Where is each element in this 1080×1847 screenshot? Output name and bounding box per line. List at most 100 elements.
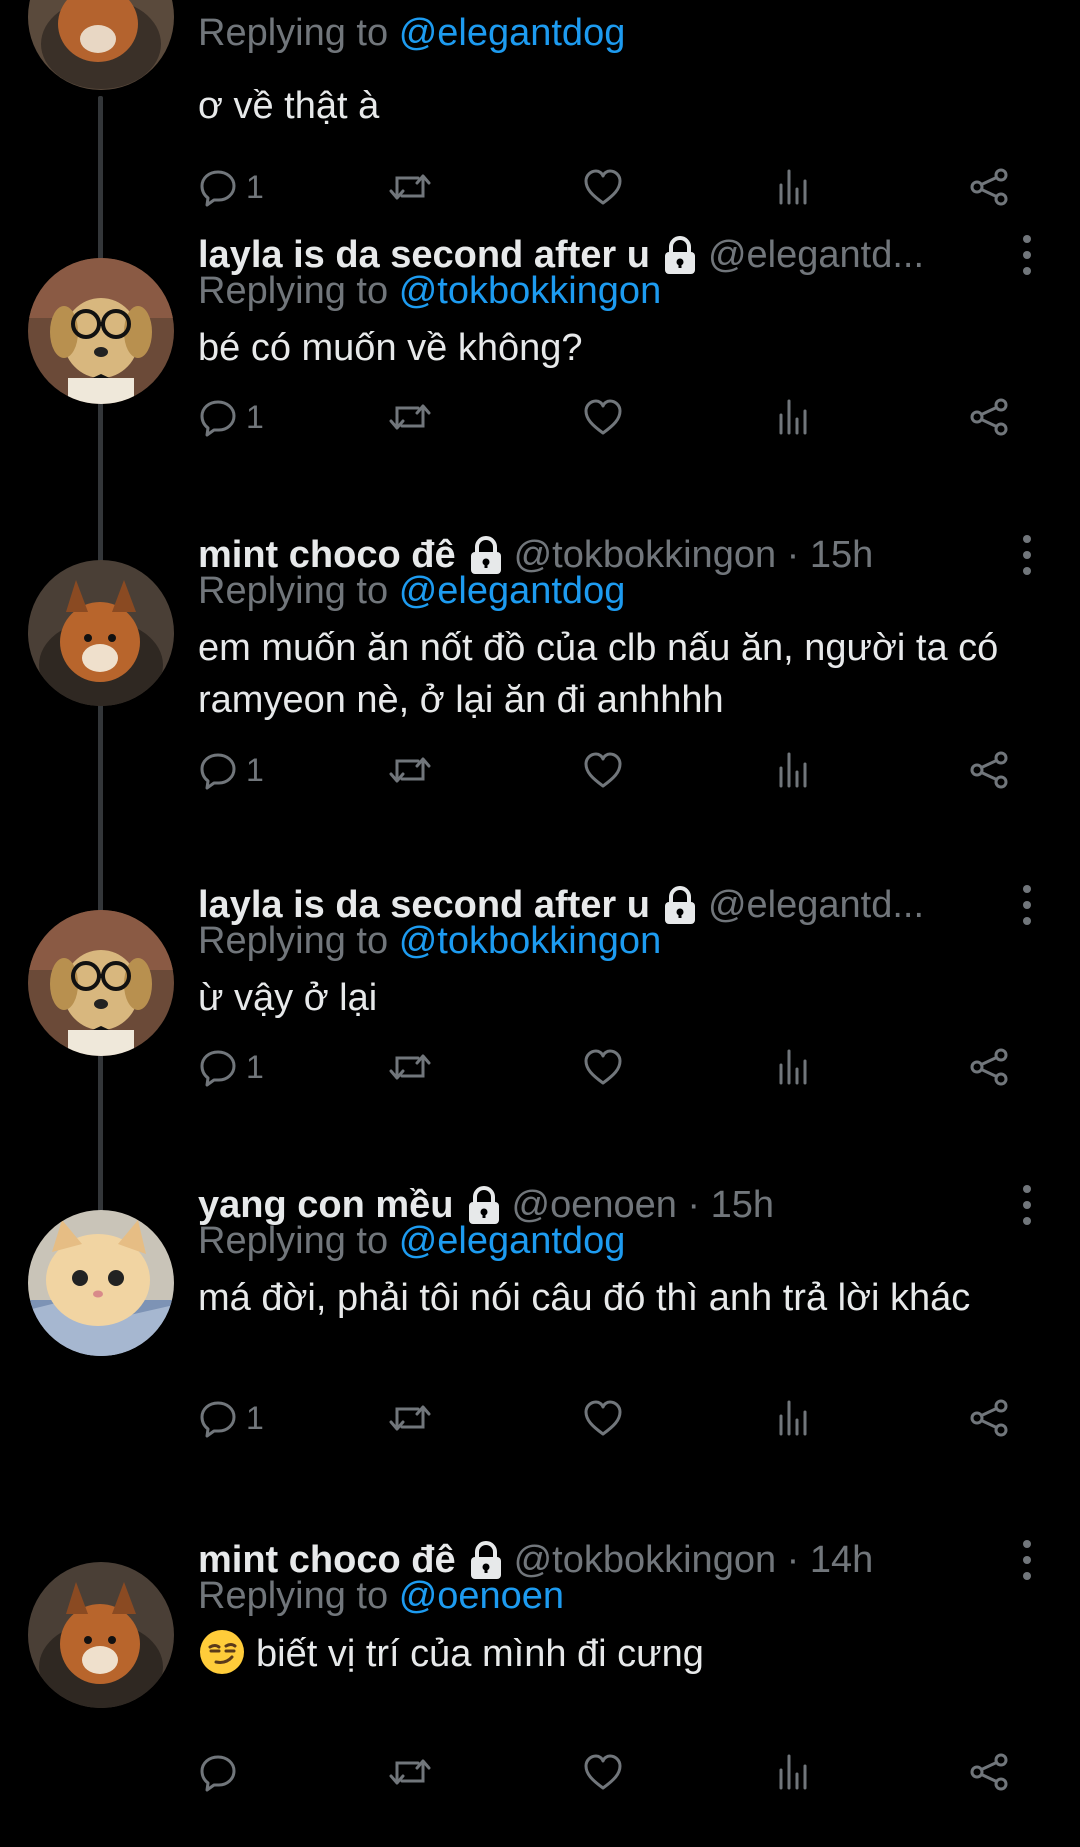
retweet-icon (388, 1398, 432, 1438)
replying-to-label: Replying to (198, 12, 389, 54)
retweet-button[interactable] (388, 1747, 432, 1797)
share-button[interactable] (968, 1042, 1010, 1092)
handle[interactable]: @elegantd... (708, 884, 924, 927)
avatar[interactable] (28, 1210, 174, 1356)
action-bar: 1 (198, 392, 1028, 442)
reply-button[interactable]: 1 (198, 162, 264, 212)
tweet[interactable]: Replying to @elegantdog ơ về thật à 1 (0, 0, 1080, 230)
replying-to-label: Replying to (198, 1575, 389, 1617)
mention-link[interactable]: @tokbokkingon (399, 920, 662, 962)
replying-to: Replying to @elegantdog (198, 12, 625, 55)
action-bar: 1 (198, 162, 1028, 212)
views-icon (776, 1752, 812, 1792)
tweet[interactable]: layla is da second after u @elegantd... … (0, 880, 1080, 1180)
mention-link[interactable]: @oenoen (399, 1575, 564, 1617)
retweet-icon (388, 1047, 432, 1087)
views-icon (776, 1047, 812, 1087)
share-button[interactable] (968, 1393, 1010, 1443)
avatar[interactable] (28, 258, 174, 404)
tweet-text: bé có muốn về không? (198, 327, 583, 369)
views-button[interactable] (776, 1747, 812, 1797)
like-icon (582, 167, 624, 207)
share-icon (968, 167, 1010, 207)
mention-link[interactable]: @elegantdog (399, 570, 626, 612)
more-options-icon[interactable] (1020, 1183, 1034, 1227)
share-icon (968, 1752, 1010, 1792)
tweet[interactable]: mint choco đê @tokbokkingon · 14h Replyi… (0, 1530, 1080, 1847)
reply-button[interactable]: 1 (198, 1393, 264, 1443)
tweet-text-content: biết vị trí của mình đi cưng (256, 1633, 704, 1675)
reply-button[interactable] (198, 1747, 238, 1797)
retweet-button[interactable] (388, 392, 432, 442)
retweet-icon (388, 397, 432, 437)
tweet[interactable]: layla is da second after u @elegantd... … (0, 230, 1080, 530)
like-icon (582, 397, 624, 437)
tweet[interactable]: yang con mều @oenoen · 15h Replying to @… (0, 1180, 1080, 1530)
reply-icon (198, 1047, 238, 1087)
more-options-icon[interactable] (1020, 883, 1034, 927)
reply-button[interactable]: 1 (198, 745, 264, 795)
reply-button[interactable]: 1 (198, 1042, 264, 1092)
lock-icon (664, 236, 695, 274)
like-button[interactable] (582, 1393, 624, 1443)
tweet[interactable]: mint choco đê @tokbokkingon · 15h Replyi… (0, 530, 1080, 880)
share-button[interactable] (968, 392, 1010, 442)
mention-link[interactable]: @elegantdog (399, 1220, 626, 1262)
share-icon (968, 397, 1010, 437)
retweet-button[interactable] (388, 745, 432, 795)
mention-link[interactable]: @tokbokkingon (399, 270, 662, 312)
handle[interactable]: @elegantd... (708, 234, 924, 277)
action-bar: 1 (198, 1042, 1028, 1092)
retweet-button[interactable] (388, 1393, 432, 1443)
reply-count: 1 (246, 1399, 264, 1436)
reply-button[interactable]: 1 (198, 392, 264, 442)
mention-link[interactable]: @elegantdog (399, 12, 626, 54)
more-options-icon[interactable] (1020, 233, 1034, 277)
smirking-face-emoji-icon (200, 1630, 244, 1674)
share-button[interactable] (968, 745, 1010, 795)
dog-with-glasses-avatar-image (28, 910, 174, 1056)
views-button[interactable] (776, 392, 812, 442)
reply-count: 1 (246, 398, 264, 435)
avatar[interactable] (28, 0, 174, 90)
avatar[interactable] (28, 1562, 174, 1708)
share-button[interactable] (968, 1747, 1010, 1797)
like-button[interactable] (582, 1747, 624, 1797)
replying-to: Replying to @tokbokkingon (198, 270, 661, 313)
tweet-text: má đời, phải tôi nói câu đó thì anh trả … (198, 1277, 971, 1319)
like-icon (582, 750, 624, 790)
dog-with-glasses-avatar-image (28, 258, 174, 404)
avatar[interactable] (28, 560, 174, 706)
replying-to-label: Replying to (198, 570, 389, 612)
reply-count: 1 (246, 168, 264, 205)
views-button[interactable] (776, 1042, 812, 1092)
retweet-button[interactable] (388, 1042, 432, 1092)
share-icon (968, 750, 1010, 790)
views-button[interactable] (776, 1393, 812, 1443)
more-options-icon[interactable] (1020, 1538, 1034, 1582)
views-button[interactable] (776, 745, 812, 795)
views-button[interactable] (776, 162, 812, 212)
like-button[interactable] (582, 392, 624, 442)
reply-count: 1 (246, 751, 264, 788)
avatar[interactable] (28, 910, 174, 1056)
retweet-button[interactable] (388, 162, 432, 212)
more-options-icon[interactable] (1020, 533, 1034, 577)
like-button[interactable] (582, 1042, 624, 1092)
lock-icon (664, 886, 695, 924)
like-icon (582, 1398, 624, 1438)
replying-to-label: Replying to (198, 920, 389, 962)
views-icon (776, 167, 812, 207)
like-icon (582, 1047, 624, 1087)
cat-avatar-image (28, 1210, 174, 1356)
fox-avatar-image (28, 0, 174, 90)
share-icon (968, 1398, 1010, 1438)
action-bar: 1 (198, 745, 1028, 795)
share-button[interactable] (968, 162, 1010, 212)
handle-and-time[interactable]: @tokbokkingon · 14h (514, 1539, 874, 1582)
like-button[interactable] (582, 162, 624, 212)
like-icon (582, 1752, 624, 1792)
retweet-icon (388, 1752, 432, 1792)
reply-icon (198, 1398, 238, 1438)
like-button[interactable] (582, 745, 624, 795)
